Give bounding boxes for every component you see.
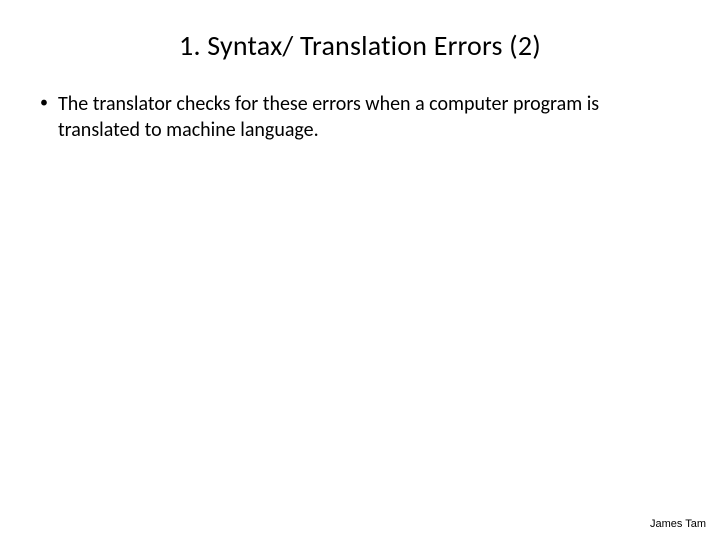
footer-author: James Tam: [650, 518, 706, 530]
bullet-text: The translator checks for these errors w…: [58, 91, 688, 143]
slide-title: 1. Syntax/ Translation Errors (2): [32, 28, 688, 63]
slide-content: • The translator checks for these errors…: [32, 91, 688, 143]
bullet-item: • The translator checks for these errors…: [40, 91, 688, 143]
slide: 1. Syntax/ Translation Errors (2) • The …: [0, 0, 720, 540]
bullet-marker-icon: •: [40, 93, 48, 114]
